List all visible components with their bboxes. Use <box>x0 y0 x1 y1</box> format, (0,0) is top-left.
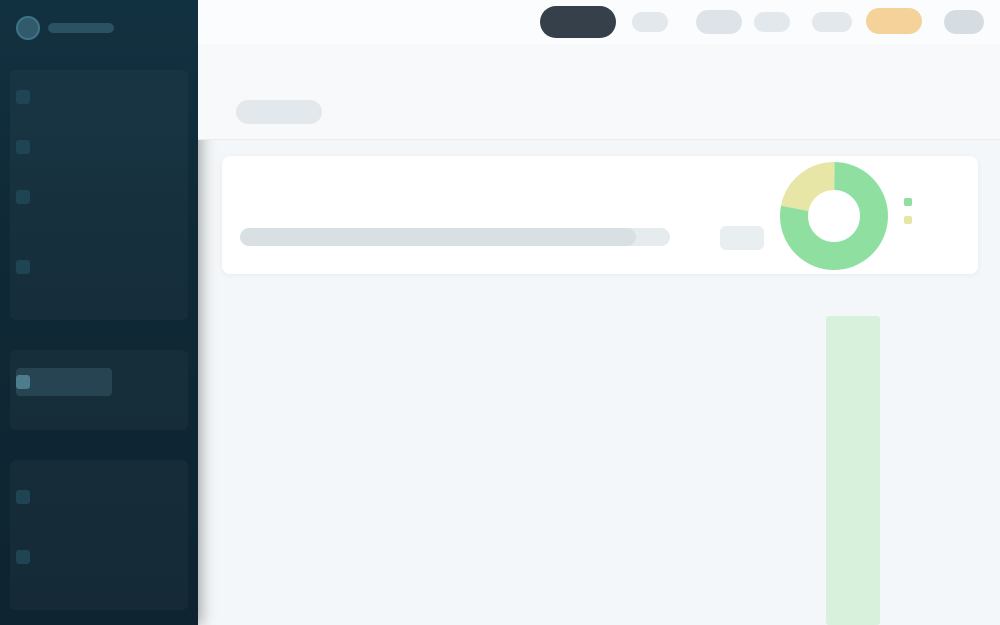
tab-4[interactable] <box>812 12 852 32</box>
settings-icon <box>16 550 30 564</box>
summary-progress-fill <box>240 228 636 246</box>
legend-item-a <box>904 198 964 206</box>
highlight-button-label <box>894 21 895 22</box>
sidebar-item-folder[interactable] <box>16 256 166 278</box>
sidebar-item-chart[interactable] <box>16 186 166 208</box>
tab-2[interactable] <box>696 10 742 34</box>
donut-legend <box>904 198 964 234</box>
data-table <box>222 292 978 625</box>
app-logo[interactable] <box>16 14 126 42</box>
table-row[interactable] <box>222 508 978 532</box>
table-row[interactable] <box>222 556 978 580</box>
tab-3[interactable] <box>754 12 790 32</box>
table-row[interactable] <box>222 388 978 412</box>
app-name <box>48 23 114 33</box>
topbar <box>198 0 1000 44</box>
sidebar-nav-group-tertiary <box>10 460 188 610</box>
legend-item-b <box>904 216 964 224</box>
table-row[interactable] <box>222 340 978 364</box>
logo-icon <box>16 16 40 40</box>
check-icon <box>16 375 30 389</box>
tab-label <box>832 22 833 23</box>
legend-swatch-a <box>904 198 912 206</box>
summary-action-button[interactable] <box>720 226 764 250</box>
tab-label <box>719 22 720 23</box>
folder-icon <box>16 260 30 274</box>
sidebar-item-list[interactable] <box>16 136 166 158</box>
users-icon <box>16 490 30 504</box>
sidebar <box>0 0 198 625</box>
user-menu-label <box>964 22 965 23</box>
table-row[interactable] <box>222 460 978 484</box>
tab-label <box>650 22 651 23</box>
highlight-button[interactable] <box>866 8 922 34</box>
sidebar-item-users[interactable] <box>16 486 166 508</box>
summary-card <box>222 156 978 274</box>
app-window <box>0 0 1000 625</box>
summary-donut-chart <box>778 160 890 272</box>
sidebar-item-settings[interactable] <box>16 546 166 568</box>
table-row[interactable] <box>222 604 978 625</box>
table-row[interactable] <box>222 364 978 388</box>
list-icon <box>16 140 30 154</box>
primary-button[interactable] <box>540 6 616 38</box>
table-row[interactable] <box>222 436 978 460</box>
table-body <box>222 316 978 625</box>
filter-chip[interactable] <box>236 100 322 124</box>
user-menu-button[interactable] <box>944 10 984 34</box>
legend-swatch-b <box>904 216 912 224</box>
summary-progress-bar <box>240 228 670 246</box>
tab-label <box>772 22 773 23</box>
page-header <box>198 44 1000 140</box>
table-row[interactable] <box>222 532 978 556</box>
donut-svg <box>780 162 888 270</box>
home-icon <box>16 90 30 104</box>
sidebar-item-active[interactable] <box>16 368 112 396</box>
table-row[interactable] <box>222 484 978 508</box>
table-row[interactable] <box>222 412 978 436</box>
sidebar-item-home[interactable] <box>16 86 166 108</box>
tab-1[interactable] <box>632 12 668 32</box>
chart-icon <box>16 190 30 204</box>
primary-button-label <box>578 22 579 23</box>
table-row[interactable] <box>222 316 978 340</box>
table-row[interactable] <box>222 580 978 604</box>
